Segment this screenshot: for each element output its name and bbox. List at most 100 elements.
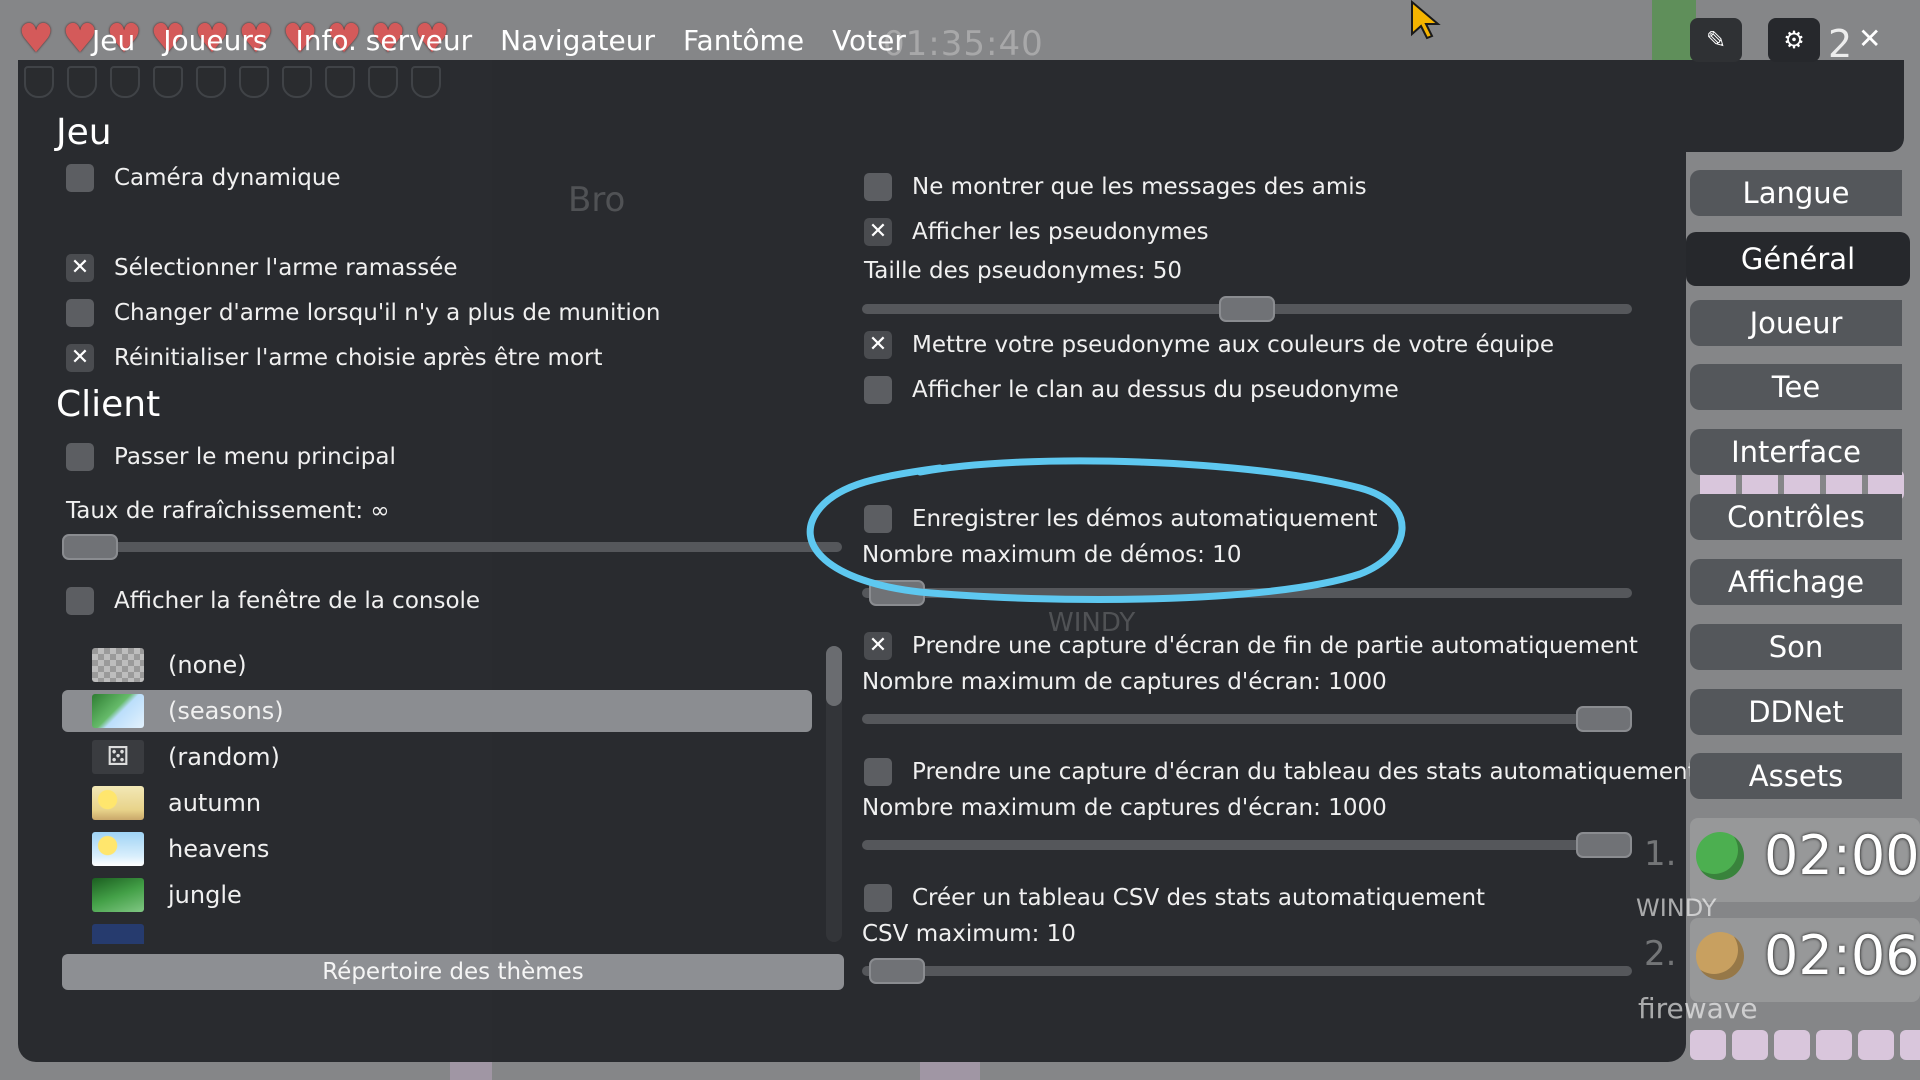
sidebar-item-general[interactable]: Général (1686, 232, 1910, 286)
theme-thumbnail (92, 924, 144, 944)
option-label: Sélectionner l'arme ramassée (114, 255, 458, 281)
tab-browser[interactable]: Navigateur (486, 24, 669, 57)
tee-avatar (1696, 932, 1744, 980)
theme-item-partial[interactable] (62, 920, 812, 944)
option-show-console-window[interactable]: Afficher la fenêtre de la console (66, 587, 480, 615)
name-size-label: Taille des pseudonymes: 50 (864, 258, 1183, 284)
tab-players[interactable]: Joueurs (149, 24, 281, 57)
refresh-rate-label: Taux de rafraîchissement: ∞ (66, 498, 390, 524)
armor-bar (24, 66, 441, 98)
sidebar-item-assets[interactable]: Assets (1690, 753, 1902, 799)
option-auto-stats-screenshot[interactable]: Prendre une capture d'écran du tableau d… (864, 758, 1697, 786)
theme-name: jungle (168, 881, 242, 909)
race-time: 02:00 (1764, 824, 1920, 887)
slider-knob[interactable] (869, 580, 926, 606)
option-dynamic-camera[interactable]: Caméra dynamique (66, 164, 341, 192)
checkbox[interactable] (864, 376, 892, 404)
sidebar-item-display[interactable]: Affichage (1690, 559, 1902, 605)
ghost-player-name: Bro (568, 180, 626, 220)
slider-knob[interactable] (1576, 706, 1632, 732)
checkbox[interactable]: ✕ (864, 632, 892, 660)
section-title-client: Client (56, 384, 161, 425)
theme-list-scrollbar[interactable] (826, 646, 842, 942)
themes-directory-button[interactable]: Répertoire des thèmes (62, 954, 844, 990)
theme-item[interactable]: autumn (62, 782, 812, 824)
sidebar-item-tee[interactable]: Tee (1690, 364, 1902, 410)
checkbox[interactable] (864, 505, 892, 533)
sidebar-item-ddnet[interactable]: DDNet (1690, 689, 1902, 735)
option-show-names[interactable]: ✕ Afficher les pseudonymes (864, 218, 1209, 246)
option-friends-only-messages[interactable]: Ne montrer que les messages des amis (864, 173, 1367, 201)
section-title-game: Jeu (56, 112, 112, 153)
slider-knob[interactable] (1576, 832, 1632, 858)
race-result: 1. 02:00 (1644, 818, 1920, 902)
settings-button[interactable]: ⚙ (1768, 18, 1820, 62)
max-demos-label: Nombre maximum de démos: 10 (862, 542, 1242, 568)
checkbox[interactable]: ✕ (864, 218, 892, 246)
option-reset-weapon-on-death[interactable]: ✕ Réinitialiser l'arme choisie après êtr… (66, 344, 603, 372)
scrollbar-thumb[interactable] (826, 646, 842, 706)
theme-name: heavens (168, 835, 270, 863)
option-label: Prendre une capture d'écran du tableau d… (912, 759, 1697, 785)
theme-item[interactable]: heavens (62, 828, 812, 870)
max-csv-slider[interactable] (862, 958, 1632, 984)
theme-item[interactable]: (seasons) (62, 690, 812, 732)
tab-vote[interactable]: Voter (818, 24, 920, 57)
sidebar-item-player[interactable]: Joueur (1690, 300, 1902, 346)
option-auto-csv[interactable]: Créer un tableau CSV des stats automatiq… (864, 884, 1485, 912)
checkbox[interactable] (66, 299, 94, 327)
checkbox[interactable] (66, 443, 94, 471)
checkbox[interactable]: ✕ (66, 254, 94, 282)
option-label: Enregistrer les démos automatiquement (912, 506, 1378, 532)
max-demos-slider[interactable] (862, 580, 1632, 606)
theme-name: autumn (168, 789, 262, 817)
option-label: Afficher le clan au dessus du pseudonyme (912, 377, 1399, 403)
tab-ghost[interactable]: Fantôme (669, 24, 818, 57)
slider-knob[interactable] (869, 958, 926, 984)
race-time: 02:06 (1764, 924, 1920, 987)
sidebar-item-interface[interactable]: Interface (1690, 429, 1902, 475)
checkbox[interactable] (66, 164, 94, 192)
option-auto-screenshot[interactable]: ✕ Prendre une capture d'écran de fin de … (864, 632, 1638, 660)
option-label: Mettre votre pseudonyme aux couleurs de … (912, 332, 1554, 358)
option-clan-above-name[interactable]: Afficher le clan au dessus du pseudonyme (864, 376, 1399, 404)
slider-knob[interactable] (62, 534, 118, 560)
option-select-picked-weapon[interactable]: ✕ Sélectionner l'arme ramassée (66, 254, 458, 282)
sidebar-item-language[interactable]: Langue (1690, 170, 1902, 216)
shield-icon (110, 66, 140, 98)
tee-avatar (1696, 832, 1744, 880)
max-stats-screenshots-slider[interactable] (862, 832, 1632, 858)
edit-button[interactable]: ✎ (1690, 18, 1742, 62)
sidebar-item-sound[interactable]: Son (1690, 624, 1902, 670)
theme-name: (seasons) (168, 697, 284, 725)
theme-item[interactable]: ⚄ (random) (62, 736, 812, 778)
map-tiles-bottom (1690, 1030, 1920, 1060)
checkbox[interactable] (864, 173, 892, 201)
theme-autumn-thumbnail (92, 786, 144, 820)
tab-server-info[interactable]: Info. serveur (281, 24, 486, 57)
theme-item[interactable]: jungle (62, 874, 812, 916)
option-auto-demos[interactable]: Enregistrer les démos automatiquement (864, 505, 1378, 533)
option-label: Afficher les pseudonymes (912, 219, 1209, 245)
checkbox[interactable] (864, 758, 892, 786)
option-team-colored-names[interactable]: ✕ Mettre votre pseudonyme aux couleurs d… (864, 331, 1554, 359)
refresh-rate-slider[interactable] (62, 534, 842, 560)
theme-heavens-thumbnail (92, 832, 144, 866)
slider-knob[interactable] (1219, 296, 1275, 322)
close-button[interactable]: ✕ (1858, 22, 1881, 55)
checkbox[interactable] (66, 587, 94, 615)
race-result: 2. 02:06 (1644, 918, 1920, 1002)
option-switch-weapon-no-ammo[interactable]: Changer d'arme lorsqu'il n'y a plus de m… (66, 299, 660, 327)
race-rank: 2. (1644, 934, 1677, 974)
sidebar-item-controls[interactable]: Contrôles (1690, 494, 1902, 540)
theme-item[interactable]: (none) (62, 644, 812, 686)
tab-game[interactable]: Jeu (78, 24, 149, 57)
shield-icon (153, 66, 183, 98)
max-screenshots-slider[interactable] (862, 706, 1632, 732)
option-label: Afficher la fenêtre de la console (114, 588, 481, 614)
option-skip-main-menu[interactable]: Passer le menu principal (66, 443, 396, 471)
checkbox[interactable]: ✕ (864, 331, 892, 359)
checkbox[interactable]: ✕ (66, 344, 94, 372)
checkbox[interactable] (864, 884, 892, 912)
name-size-slider[interactable] (862, 296, 1632, 322)
